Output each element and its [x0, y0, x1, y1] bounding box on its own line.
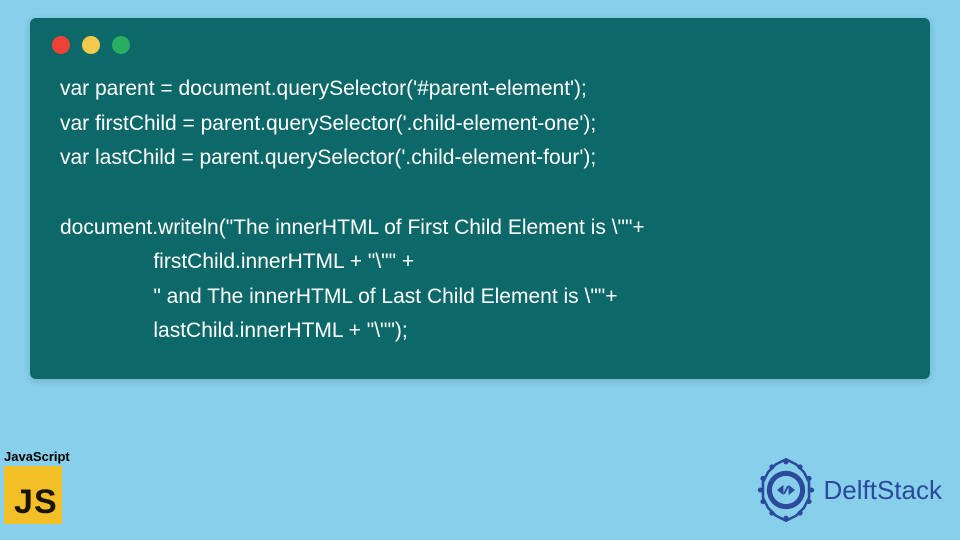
js-s: S [34, 483, 57, 522]
code-line: var firstChild = parent.querySelector('.… [60, 112, 596, 135]
maximize-dot-icon [112, 36, 130, 54]
js-j: J [14, 483, 33, 522]
code-line: firstChild.innerHTML + "\"" + [60, 250, 414, 273]
javascript-logo-icon: J S [4, 466, 62, 524]
close-dot-icon [52, 36, 70, 54]
code-line: document.writeln("The innerHTML of First… [60, 216, 645, 239]
javascript-label: JavaScript [4, 449, 70, 464]
code-line: " and The innerHTML of Last Child Elemen… [60, 285, 618, 308]
code-line: var parent = document.querySelector('#pa… [60, 77, 587, 100]
code-body: var parent = document.querySelector('#pa… [30, 62, 930, 359]
minimize-dot-icon [82, 36, 100, 54]
javascript-badge: JavaScript J S [4, 449, 70, 524]
code-line: lastChild.innerHTML + "\""); [60, 319, 408, 342]
brand-name: DelftStack [824, 475, 943, 506]
delftstack-logo-icon [754, 458, 818, 522]
brand: DelftStack [754, 458, 943, 522]
window-controls [30, 18, 930, 62]
code-window: var parent = document.querySelector('#pa… [30, 18, 930, 379]
code-line: var lastChild = parent.querySelector('.c… [60, 146, 596, 169]
